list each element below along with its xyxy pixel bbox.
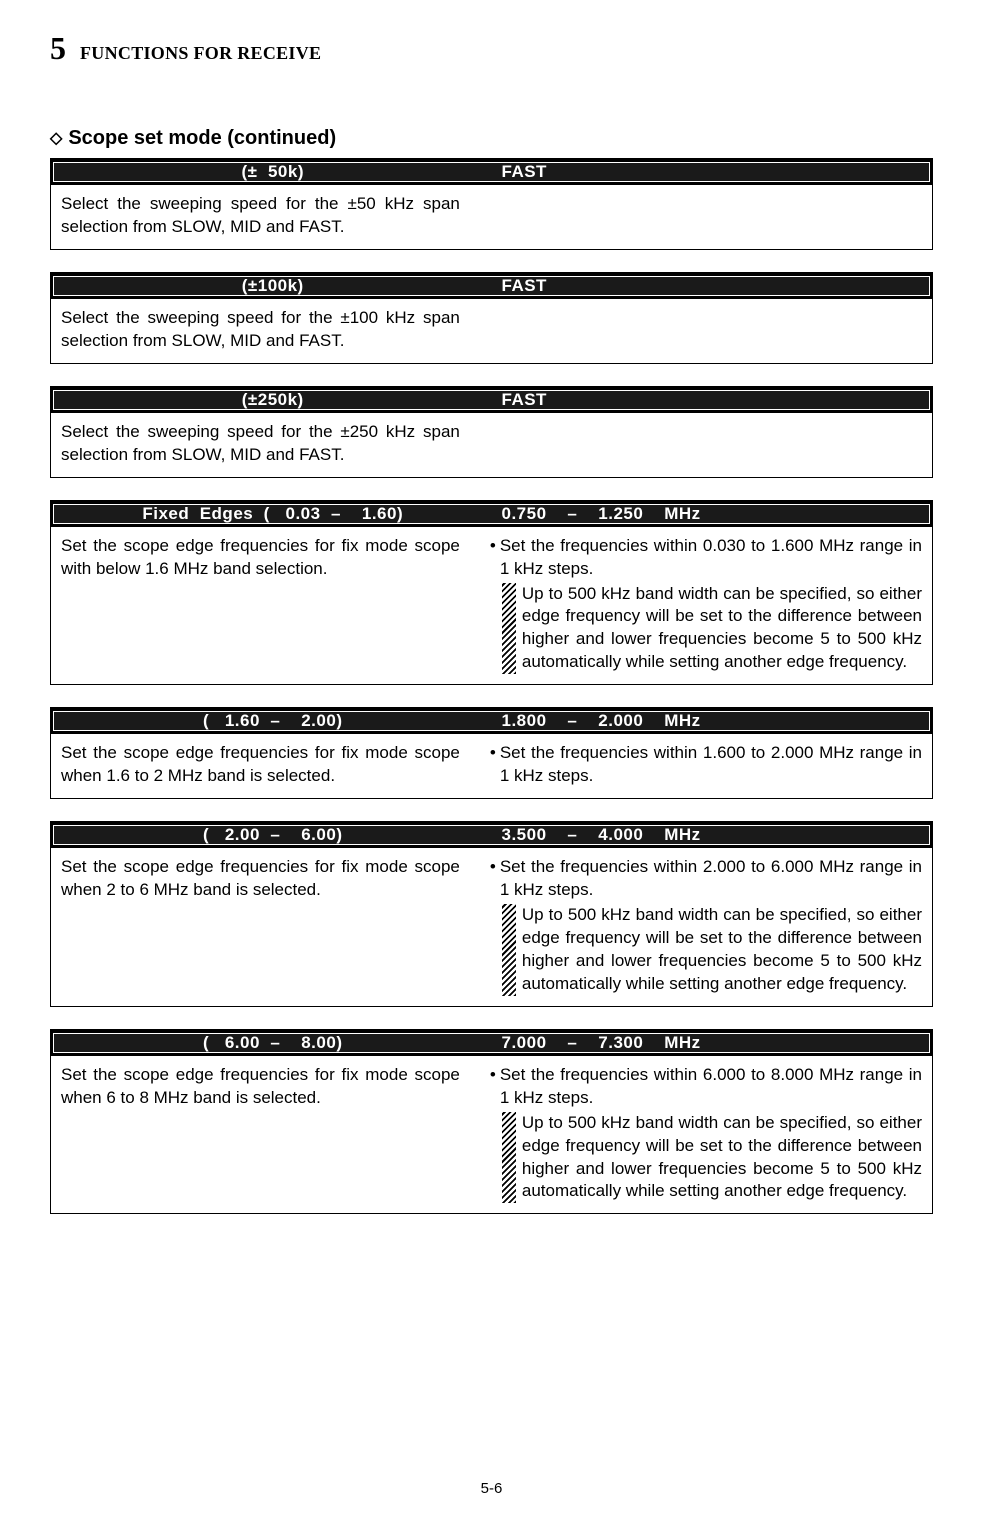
hatch-icon [502, 904, 516, 996]
bullet-text: Set the frequencies within 1.600 to 2.00… [500, 742, 922, 788]
bullet-row: •Set the frequencies within 0.030 to 1.6… [490, 535, 922, 581]
setting-header-inner: (±250k)FAST [53, 390, 930, 410]
setting-body: Set the scope edge frequencies for fix m… [51, 1056, 932, 1214]
setting-header: (±250k)FAST [51, 387, 932, 413]
bullet-row: •Set the frequencies within 1.600 to 2.0… [490, 742, 922, 788]
setting-header-inner: (±100k)FAST [53, 276, 930, 296]
setting-header: (± 50k)FAST [51, 159, 932, 185]
setting-description-left: Set the scope edge frequencies for fix m… [61, 1064, 460, 1204]
setting-box: ( 2.00 – 6.00)3.500 – 4.000 MHz Set the s… [50, 821, 933, 1007]
setting-description-right: •Set the frequencies within 0.030 to 1.6… [490, 535, 922, 675]
setting-description-left: Set the scope edge frequencies for fix m… [61, 856, 460, 996]
setting-box: (±250k)FAST Select the sweeping speed for… [50, 386, 933, 478]
bullet-icon: • [490, 856, 496, 902]
setting-header-inner: ( 6.00 – 8.00)7.000 – 7.300 MHz [53, 1033, 930, 1053]
setting-header-inner: ( 2.00 – 6.00)3.500 – 4.000 MHz [53, 825, 930, 845]
setting-box: (± 50k)FAST Select the sweeping speed for… [50, 158, 933, 250]
setting-value: 1.800 – 2.000 MHz [492, 711, 930, 731]
setting-header: ( 6.00 – 8.00)7.000 – 7.300 MHz [51, 1030, 932, 1056]
settings-list: (± 50k)FASTSelect the sweeping speed for… [50, 158, 933, 1214]
setting-header-inner: (± 50k)FAST [53, 162, 930, 182]
setting-value: FAST [492, 162, 930, 182]
setting-body: Set the scope edge frequencies for fix m… [51, 527, 932, 685]
setting-description-left: Select the sweeping speed for the ±50 kH… [61, 193, 460, 239]
setting-box: Fixed Edges ( 0.03 – 1.60)0.750 – 1.250 … [50, 500, 933, 686]
note-text: Up to 500 kHz band width can be specifie… [522, 904, 922, 996]
setting-name: Fixed Edges ( 0.03 – 1.60) [54, 504, 492, 524]
section-title: Scope set mode (continued) [68, 127, 336, 150]
setting-name: ( 6.00 – 8.00) [54, 1033, 492, 1053]
setting-body: Set the scope edge frequencies for fix m… [51, 734, 932, 798]
setting-header-inner: ( 1.60 – 2.00)1.800 – 2.000 MHz [53, 711, 930, 731]
setting-body: Select the sweeping speed for the ±50 kH… [51, 185, 932, 249]
setting-box: ( 1.60 – 2.00)1.800 – 2.000 MHz Set the s… [50, 707, 933, 799]
setting-value: FAST [492, 276, 930, 296]
bullet-icon: • [490, 742, 496, 788]
setting-name: ( 1.60 – 2.00) [54, 711, 492, 731]
bullet-text: Set the frequencies within 6.000 to 8.00… [500, 1064, 922, 1110]
setting-box: (±100k)FAST Select the sweeping speed for… [50, 272, 933, 364]
bullet-text: Set the frequencies within 0.030 to 1.60… [500, 535, 922, 581]
setting-header: ( 2.00 – 6.00)3.500 – 4.000 MHz [51, 822, 932, 848]
bullet-text: Set the frequencies within 2.000 to 6.00… [500, 856, 922, 902]
setting-description-right [490, 307, 922, 353]
chapter-number: 5 [50, 30, 66, 67]
setting-description-right [490, 193, 922, 239]
setting-name: (±100k) [54, 276, 492, 296]
setting-box: ( 6.00 – 8.00)7.000 – 7.300 MHz Set the s… [50, 1029, 933, 1215]
setting-description-right: •Set the frequencies within 6.000 to 8.0… [490, 1064, 922, 1204]
setting-value: 0.750 – 1.250 MHz [492, 504, 930, 524]
page-number: 5-6 [481, 1480, 503, 1497]
note-row: Up to 500 kHz band width can be specifie… [490, 904, 922, 996]
note-row: Up to 500 kHz band width can be specifie… [490, 1112, 922, 1204]
setting-description-left: Select the sweeping speed for the ±250 k… [61, 421, 460, 467]
bullet-icon: • [490, 1064, 496, 1110]
setting-description-left: Select the sweeping speed for the ±100 k… [61, 307, 460, 353]
hatch-icon [502, 583, 516, 675]
bullet-icon: • [490, 535, 496, 581]
setting-body: Select the sweeping speed for the ±250 k… [51, 413, 932, 477]
note-text: Up to 500 kHz band width can be specifie… [522, 583, 922, 675]
note-row: Up to 500 kHz band width can be specifie… [490, 583, 922, 675]
setting-body: Set the scope edge frequencies for fix m… [51, 848, 932, 1006]
setting-header-inner: Fixed Edges ( 0.03 – 1.60)0.750 – 1.250 … [53, 504, 930, 524]
setting-header: (±100k)FAST [51, 273, 932, 299]
setting-body: Select the sweeping speed for the ±100 k… [51, 299, 932, 363]
setting-name: ( 2.00 – 6.00) [54, 825, 492, 845]
hatch-icon [502, 1112, 516, 1204]
setting-value: 7.000 – 7.300 MHz [492, 1033, 930, 1053]
setting-description-left: Set the scope edge frequencies for fix m… [61, 535, 460, 675]
note-text: Up to 500 kHz band width can be specifie… [522, 1112, 922, 1204]
bullet-row: •Set the frequencies within 2.000 to 6.0… [490, 856, 922, 902]
diamond-icon: ◇ [50, 128, 62, 148]
setting-name: (± 50k) [54, 162, 492, 182]
setting-description-right: •Set the frequencies within 2.000 to 6.0… [490, 856, 922, 996]
setting-description-right [490, 421, 922, 467]
setting-header: Fixed Edges ( 0.03 – 1.60)0.750 – 1.250 … [51, 501, 932, 527]
setting-value: FAST [492, 390, 930, 410]
chapter-title: FUNCTIONS FOR RECEIVE [80, 43, 321, 64]
setting-name: (±250k) [54, 390, 492, 410]
setting-value: 3.500 – 4.000 MHz [492, 825, 930, 845]
page-header: 5 FUNCTIONS FOR RECEIVE [50, 30, 933, 67]
setting-header: ( 1.60 – 2.00)1.800 – 2.000 MHz [51, 708, 932, 734]
bullet-row: •Set the frequencies within 6.000 to 8.0… [490, 1064, 922, 1110]
section-heading: ◇ Scope set mode (continued) [50, 127, 933, 150]
setting-description-left: Set the scope edge frequencies for fix m… [61, 742, 460, 788]
setting-description-right: •Set the frequencies within 1.600 to 2.0… [490, 742, 922, 788]
page-footer: 5-6 [0, 1480, 983, 1497]
